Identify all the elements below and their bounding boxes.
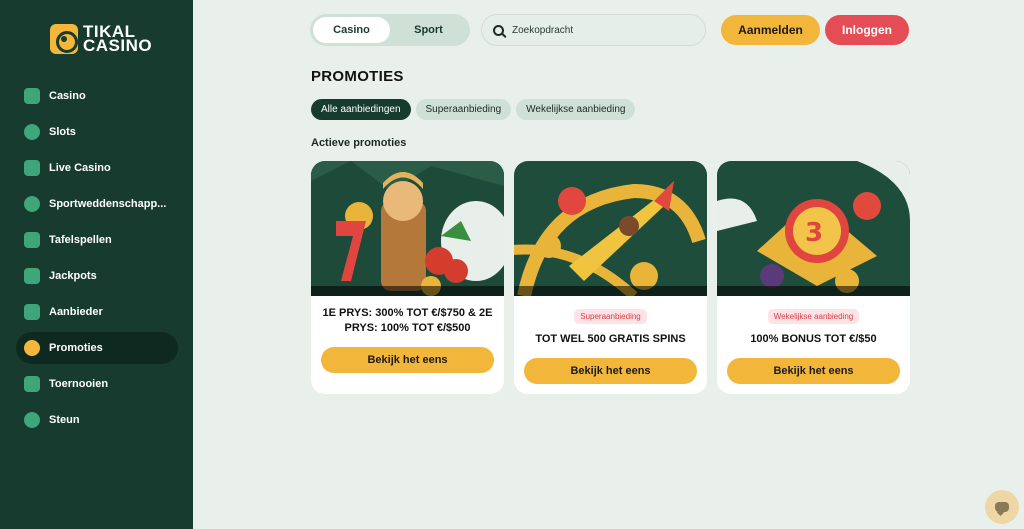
cards-icon (24, 232, 40, 248)
promo-card-body: 1E PRYS: 300% TOT €/$750 & 2E PRYS: 100%… (311, 296, 504, 383)
slot-machine-icon (24, 88, 40, 104)
live-chat-button[interactable] (985, 490, 1019, 524)
promo-filters: Alle aanbiedingen Superaanbieding Wekeli… (311, 99, 636, 120)
image-band (311, 286, 504, 296)
promo-card-body: Superaanbieding TOT WEL 500 GRATIS SPINS… (514, 296, 707, 394)
casino-logo[interactable]: TIKAL CASINO (50, 23, 153, 55)
sidebar-item-label: Steun (49, 414, 80, 426)
promo-card: 1E PRYS: 300% TOT €/$750 & 2E PRYS: 100%… (311, 161, 504, 394)
promo-title: 1E PRYS: 300% TOT €/$750 & 2E PRYS: 100%… (322, 307, 493, 334)
sidebar-item-sportweddenschappen[interactable]: Sportweddenschapp... (16, 188, 178, 220)
promo-title: TOT WEL 500 GRATIS SPINS (535, 333, 686, 345)
tab-casino[interactable]: Casino (313, 17, 390, 43)
sidebar-item-tafelspellen[interactable]: Tafelspellen (16, 224, 178, 256)
sidebar-item-casino[interactable]: Casino (16, 80, 178, 112)
sidebar-item-jackpots[interactable]: Jackpots (16, 260, 178, 292)
promo-illustration (514, 161, 707, 296)
sidebar-item-label: Toernooien (49, 378, 109, 390)
chat-icon (24, 412, 40, 428)
logo-mark-icon (50, 24, 78, 54)
login-button[interactable]: Inloggen (825, 15, 909, 45)
tab-sport[interactable]: Sport (390, 17, 467, 43)
svg-text:3: 3 (805, 218, 823, 248)
gamepad-icon (24, 304, 40, 320)
filter-super-offer[interactable]: Superaanbieding (415, 99, 512, 120)
sidebar-item-label: Sportweddenschapp... (49, 198, 167, 210)
sidebar-item-label: Tafelspellen (49, 234, 112, 246)
promo-card: 3 Wekelijkse aanbieding 100% BONUS TOT €… (717, 161, 910, 394)
promo-image-wheel: 3 (717, 161, 910, 296)
sidebar-item-label: Casino (49, 90, 86, 102)
promo-title: 100% BONUS TOT €/$50 (750, 333, 877, 345)
promo-card: Superaanbieding TOT WEL 500 GRATIS SPINS… (514, 161, 707, 394)
sidebar-item-promoties[interactable]: Promoties (16, 332, 178, 364)
soccer-ball-icon (24, 196, 40, 212)
promo-cards: 1E PRYS: 300% TOT €/$750 & 2E PRYS: 100%… (311, 161, 910, 394)
page-title: PROMOTIES (311, 68, 404, 85)
spade-icon (24, 160, 40, 176)
percent-icon (24, 340, 40, 356)
logo-line2: CASINO (83, 36, 153, 55)
signup-button[interactable]: Aanmelden (721, 15, 820, 45)
promo-card-body: Wekelijkse aanbieding 100% BONUS TOT €/$… (717, 296, 910, 394)
sidebar-item-toernooien[interactable]: Toernooien (16, 368, 178, 400)
promo-badge: Superaanbieding (574, 309, 647, 324)
promo-illustration: 3 (717, 161, 910, 296)
search-icon (493, 24, 504, 36)
sidebar: TIKAL CASINO Casino Slots Live Casino Sp… (0, 0, 193, 529)
sidebar-item-live-casino[interactable]: Live Casino (16, 152, 178, 184)
sidebar-item-label: Live Casino (49, 162, 111, 174)
chat-bubble-icon (995, 502, 1009, 512)
search-input[interactable] (512, 24, 692, 36)
ticket-icon (24, 376, 40, 392)
search-box[interactable] (481, 14, 706, 46)
sidebar-item-label: Aanbieder (49, 306, 103, 318)
filter-weekly-offer[interactable]: Wekelijkse aanbieding (516, 99, 636, 120)
promo-image-explorer (311, 161, 504, 296)
filter-all-offers[interactable]: Alle aanbiedingen (311, 99, 411, 120)
sidebar-nav: Casino Slots Live Casino Sportweddenscha… (16, 80, 178, 440)
sparkle-icon (24, 268, 40, 284)
sidebar-item-slots[interactable]: Slots (16, 116, 178, 148)
promo-badge: Wekelijkse aanbieding (767, 309, 860, 324)
sidebar-item-label: Promoties (49, 342, 103, 354)
view-promo-button[interactable]: Bekijk het eens (524, 358, 697, 384)
image-band (514, 286, 707, 296)
sidebar-item-label: Jackpots (49, 270, 97, 282)
sidebar-item-steun[interactable]: Steun (16, 404, 178, 436)
view-promo-button[interactable]: Bekijk het eens (727, 358, 900, 384)
promo-illustration (311, 161, 504, 296)
sidebar-item-label: Slots (49, 126, 76, 138)
view-promo-button[interactable]: Bekijk het eens (321, 347, 494, 373)
section-title: Actieve promoties (311, 137, 407, 149)
product-switch: Casino Sport (310, 14, 470, 46)
image-band (717, 286, 910, 296)
logo-text: TIKAL CASINO (83, 23, 153, 55)
sidebar-item-aanbieder[interactable]: Aanbieder (16, 296, 178, 328)
slots-icon (24, 124, 40, 140)
promo-image-rocket (514, 161, 707, 296)
